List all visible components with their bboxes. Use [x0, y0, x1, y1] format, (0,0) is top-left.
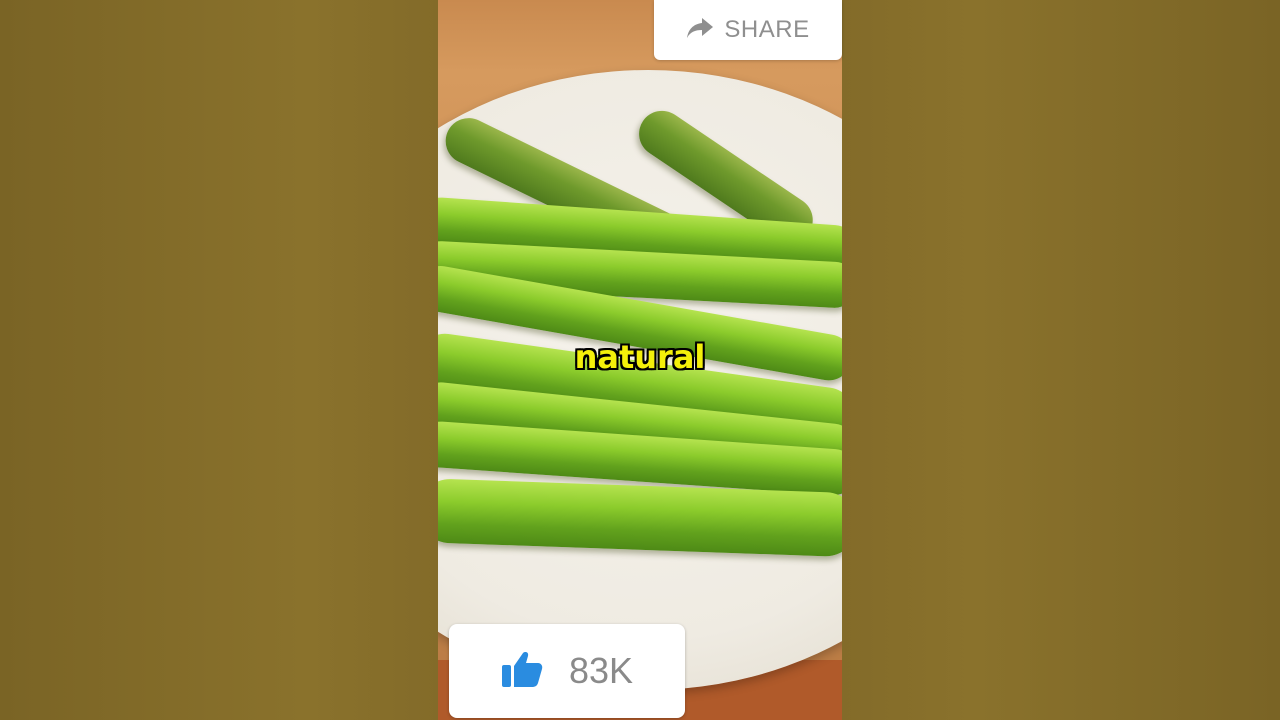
share-label: SHARE: [724, 16, 810, 43]
share-arrow-icon: [686, 16, 714, 44]
blurred-background-left: [0, 0, 438, 720]
video-frame[interactable]: natural: [438, 0, 842, 720]
share-button[interactable]: SHARE: [654, 0, 842, 60]
video-caption: natural: [574, 338, 706, 376]
like-count: 83K: [568, 650, 634, 691]
blurred-background-right: [842, 0, 1280, 720]
like-button[interactable]: 83K: [449, 624, 685, 718]
thumbs-up-icon: [501, 650, 543, 692]
